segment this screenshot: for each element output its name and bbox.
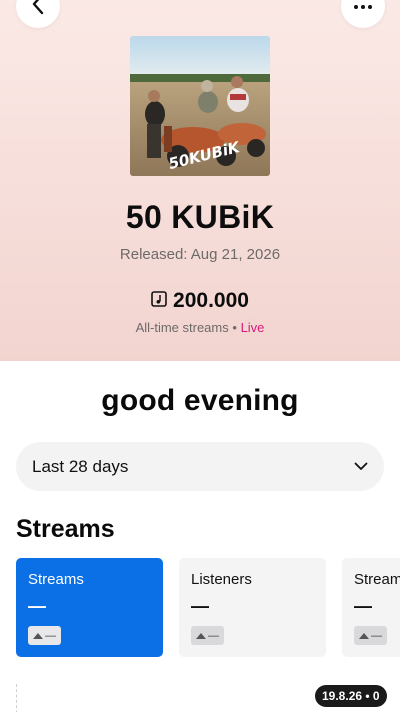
card-value: — — [191, 596, 209, 616]
trend-badge: — — [28, 626, 61, 645]
chevron-left-icon — [31, 0, 45, 20]
trend-up-icon — [33, 630, 43, 642]
album-title: 50 KUBiK — [125, 199, 275, 235]
trend-badge: — — [191, 626, 224, 645]
streams-caption: All-time streams • Live — [0, 320, 400, 335]
more-horizontal-icon — [353, 0, 373, 15]
music-note-icon — [151, 290, 167, 312]
streams-card[interactable]: Streams — — — [16, 558, 163, 657]
trend-up-icon — [359, 630, 369, 642]
live-label: Live — [240, 320, 265, 335]
card-value: — — [354, 596, 372, 616]
trend-value: — — [208, 629, 219, 642]
trend-value: — — [45, 629, 56, 642]
period-dropdown[interactable]: Last 28 days — [16, 442, 384, 491]
period-value: Last 28 days — [32, 456, 129, 476]
version-badge: 19.8.26 • 0 — [315, 685, 387, 707]
separator-dot: • — [232, 320, 237, 335]
trend-up-icon — [196, 630, 206, 642]
section-title: Streams — [16, 515, 115, 543]
all-time-streams: 200.000 — [0, 289, 400, 313]
streams-count: 200.000 — [173, 289, 249, 312]
streams-card-2[interactable]: Streams — — — [342, 558, 400, 657]
card-label: Listeners — [191, 571, 252, 588]
card-label: Streams — [354, 571, 400, 588]
release-date: Released: Aug 21, 2026 — [119, 246, 281, 263]
greeting: good evening — [101, 384, 299, 417]
album-cover: 50KUBiK — [130, 36, 270, 176]
streams-label: All-time streams — [135, 320, 229, 335]
card-value: — — [28, 596, 46, 616]
trend-badge: — — [354, 626, 387, 645]
listeners-card[interactable]: Listeners — — — [179, 558, 326, 657]
card-label: Streams — [28, 571, 84, 588]
chevron-down-icon — [354, 458, 368, 476]
trend-value: — — [371, 629, 382, 642]
